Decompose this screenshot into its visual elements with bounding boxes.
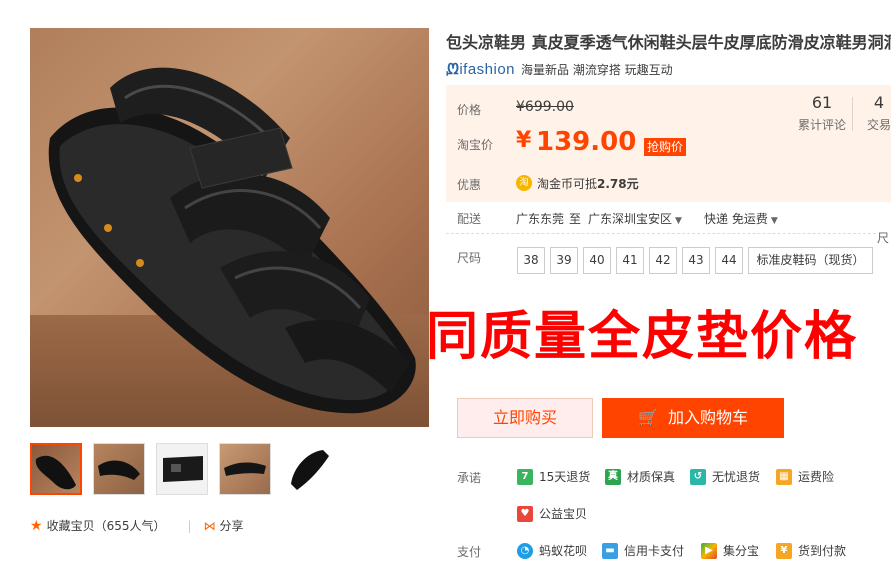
thumbnail-3[interactable] bbox=[156, 443, 208, 495]
ship-from: 广东东莞 bbox=[516, 212, 565, 226]
payment-item-label: 集分宝 bbox=[723, 544, 760, 558]
shipping-row: 配送 广东东莞 至 广东深圳宝安区 ▼ 快递 免运费 ▼ bbox=[446, 208, 891, 234]
size-option[interactable]: 38 bbox=[517, 247, 545, 274]
favorite-share-bar: ★ 收藏宝贝 （655人气） | ⋈ 分享 bbox=[30, 517, 244, 534]
size-option[interactable]: 39 bbox=[550, 247, 578, 274]
promise-item-label: 15天退货 bbox=[539, 470, 591, 484]
payment-label: 支付 bbox=[457, 545, 482, 559]
size-label: 尺码 bbox=[457, 251, 482, 265]
chevron-down-icon: ▼ bbox=[675, 216, 682, 226]
thumbnail-2[interactable] bbox=[93, 443, 145, 495]
product-title: 包头凉鞋男 真皮夏季透气休闲鞋头层牛皮厚底防滑皮凉鞋男洞洞鞋 bbox=[446, 33, 891, 52]
transactions-count: 4 bbox=[873, 93, 885, 112]
reviews-label: 累计评论 bbox=[798, 118, 847, 132]
transactions-label: 交易 bbox=[867, 118, 891, 132]
promise-item[interactable]: ▦ 运费险 bbox=[776, 468, 834, 485]
sandal-thumb-icon bbox=[224, 462, 266, 476]
brand-tags: 海量新品 潮流穿搭 玩趣互动 bbox=[521, 63, 673, 77]
shipping-label: 配送 bbox=[457, 212, 482, 226]
sandal-thumb-icon bbox=[98, 460, 140, 480]
buy-now-button[interactable]: 立即购买 bbox=[457, 398, 593, 438]
charity-heart-icon: ♥ bbox=[517, 505, 533, 522]
promise-item-label: 运费险 bbox=[798, 470, 835, 484]
stat-divider bbox=[852, 97, 853, 131]
credit-card-icon: ▬ bbox=[602, 542, 618, 559]
sandal-thumb-icon bbox=[35, 455, 76, 490]
favorite-button[interactable]: 收藏宝贝 bbox=[47, 517, 95, 534]
huabei-icon: ◔ bbox=[517, 542, 533, 559]
product-main-image[interactable] bbox=[30, 28, 429, 427]
orig-price-label: 价格 bbox=[457, 103, 482, 117]
flash-price-badge: 抢购价 bbox=[644, 138, 687, 156]
share-icon[interactable]: ⋈ bbox=[204, 519, 216, 533]
size-option[interactable]: 40 bbox=[583, 247, 611, 274]
sandal-illustration bbox=[48, 67, 416, 414]
payment-item[interactable]: ▬ 信用卡支付 bbox=[602, 542, 684, 559]
ifashion-logo[interactable]: ᘻifashion bbox=[446, 61, 515, 78]
thumbnail-5[interactable] bbox=[282, 443, 334, 495]
payment-item[interactable]: ▶ 集分宝 bbox=[701, 542, 759, 559]
promise-item[interactable]: 7 15天退货 bbox=[517, 468, 590, 485]
worry-free-return-icon: ↺ bbox=[690, 468, 706, 485]
promise-item-label: 公益宝贝 bbox=[539, 507, 588, 521]
promise-label: 承诺 bbox=[457, 471, 482, 485]
discount-label: 优惠 bbox=[457, 178, 482, 192]
add-to-cart-label: 加入购物车 bbox=[667, 408, 748, 427]
payment-item-label: 蚂蚁花呗 bbox=[539, 544, 588, 558]
stat-transactions[interactable]: 4 交易 bbox=[867, 93, 891, 133]
brand-logo-text: ifashion bbox=[459, 61, 516, 78]
jifenbao-icon: ▶ bbox=[701, 542, 717, 559]
reviews-count: 61 bbox=[811, 93, 833, 112]
promise-item-label: 无忧退货 bbox=[712, 470, 761, 484]
seven-day-return-icon: 7 bbox=[517, 468, 533, 485]
share-button[interactable]: 分享 bbox=[220, 517, 244, 534]
payment-item-label: 信用卡支付 bbox=[624, 544, 685, 558]
ship-to-select[interactable]: 广东深圳宝安区 ▼ bbox=[588, 210, 682, 227]
coin-discount-value: 2.78元 bbox=[597, 177, 639, 191]
cash-on-delivery-icon: ¥ bbox=[776, 542, 792, 559]
promise-item[interactable]: 真材质保真 bbox=[605, 468, 675, 485]
sale-price-label: 淘宝价 bbox=[457, 138, 494, 152]
brand-bar: ᘻifashion 海量新品 潮流穿搭 玩趣互动 bbox=[446, 61, 673, 78]
promise-item-label: 材质保真 bbox=[627, 470, 676, 484]
promo-overlay-text: 同质量全皮垫价格 bbox=[426, 307, 859, 367]
sandal-thumb-icon bbox=[291, 450, 329, 490]
price-panel: 价格 ¥699.00 淘宝价 ¥ 139.00 抢购价 61 累计评论 4 交易… bbox=[446, 85, 891, 202]
promise-item[interactable]: ♥ 公益宝贝 bbox=[517, 505, 587, 522]
size-option[interactable]: 42 bbox=[649, 247, 677, 274]
thumbnail-1[interactable] bbox=[30, 443, 82, 495]
coin-discount: 淘金币可抵2.78元 bbox=[537, 175, 639, 192]
add-to-cart-button[interactable]: 🛒 加入购物车 bbox=[602, 398, 784, 438]
sale-price: 139.00 bbox=[536, 127, 637, 157]
payment-item[interactable]: ◔ 蚂蚁花呗 bbox=[517, 542, 587, 559]
popularity-count: （655人气） bbox=[94, 519, 166, 533]
size-option[interactable]: 43 bbox=[682, 247, 710, 274]
ship-to-word: 至 bbox=[569, 212, 582, 226]
coin-discount-text: 淘金币可抵 bbox=[537, 177, 598, 191]
size-option[interactable]: 41 bbox=[616, 247, 644, 274]
orig-price: ¥699.00 bbox=[516, 99, 574, 115]
authentic-icon: 真 bbox=[605, 468, 621, 485]
star-icon[interactable]: ★ bbox=[30, 518, 43, 534]
shipping-insurance-icon: ▦ bbox=[776, 468, 792, 485]
payment-item[interactable]: ¥ 货到付款 bbox=[776, 542, 846, 559]
ship-to-text: 广东深圳宝安区 bbox=[588, 212, 673, 226]
size-chart-link[interactable]: 尺 bbox=[877, 229, 889, 246]
divider-dashed bbox=[446, 233, 876, 234]
ship-method-text: 快递 免运费 bbox=[704, 212, 768, 226]
ship-method-select[interactable]: 快递 免运费 ▼ bbox=[704, 210, 778, 227]
divider: | bbox=[187, 518, 192, 533]
payment-item-label: 货到付款 bbox=[798, 544, 847, 558]
sale-currency: ¥ bbox=[516, 128, 532, 153]
size-option[interactable]: 44 bbox=[715, 247, 743, 274]
size-standard-option[interactable]: 标准皮鞋码（现货） bbox=[748, 247, 873, 274]
taobao-coin-icon: 淘 bbox=[516, 175, 532, 191]
promise-item[interactable]: ↺ 无忧退货 bbox=[690, 468, 760, 485]
chevron-down-icon: ▼ bbox=[770, 216, 778, 226]
stat-reviews[interactable]: 61 累计评论 bbox=[798, 93, 846, 133]
cart-icon: 🛒 bbox=[638, 408, 658, 427]
sandal-thumb-icon bbox=[163, 456, 203, 482]
thumbnail-4[interactable] bbox=[219, 443, 271, 495]
